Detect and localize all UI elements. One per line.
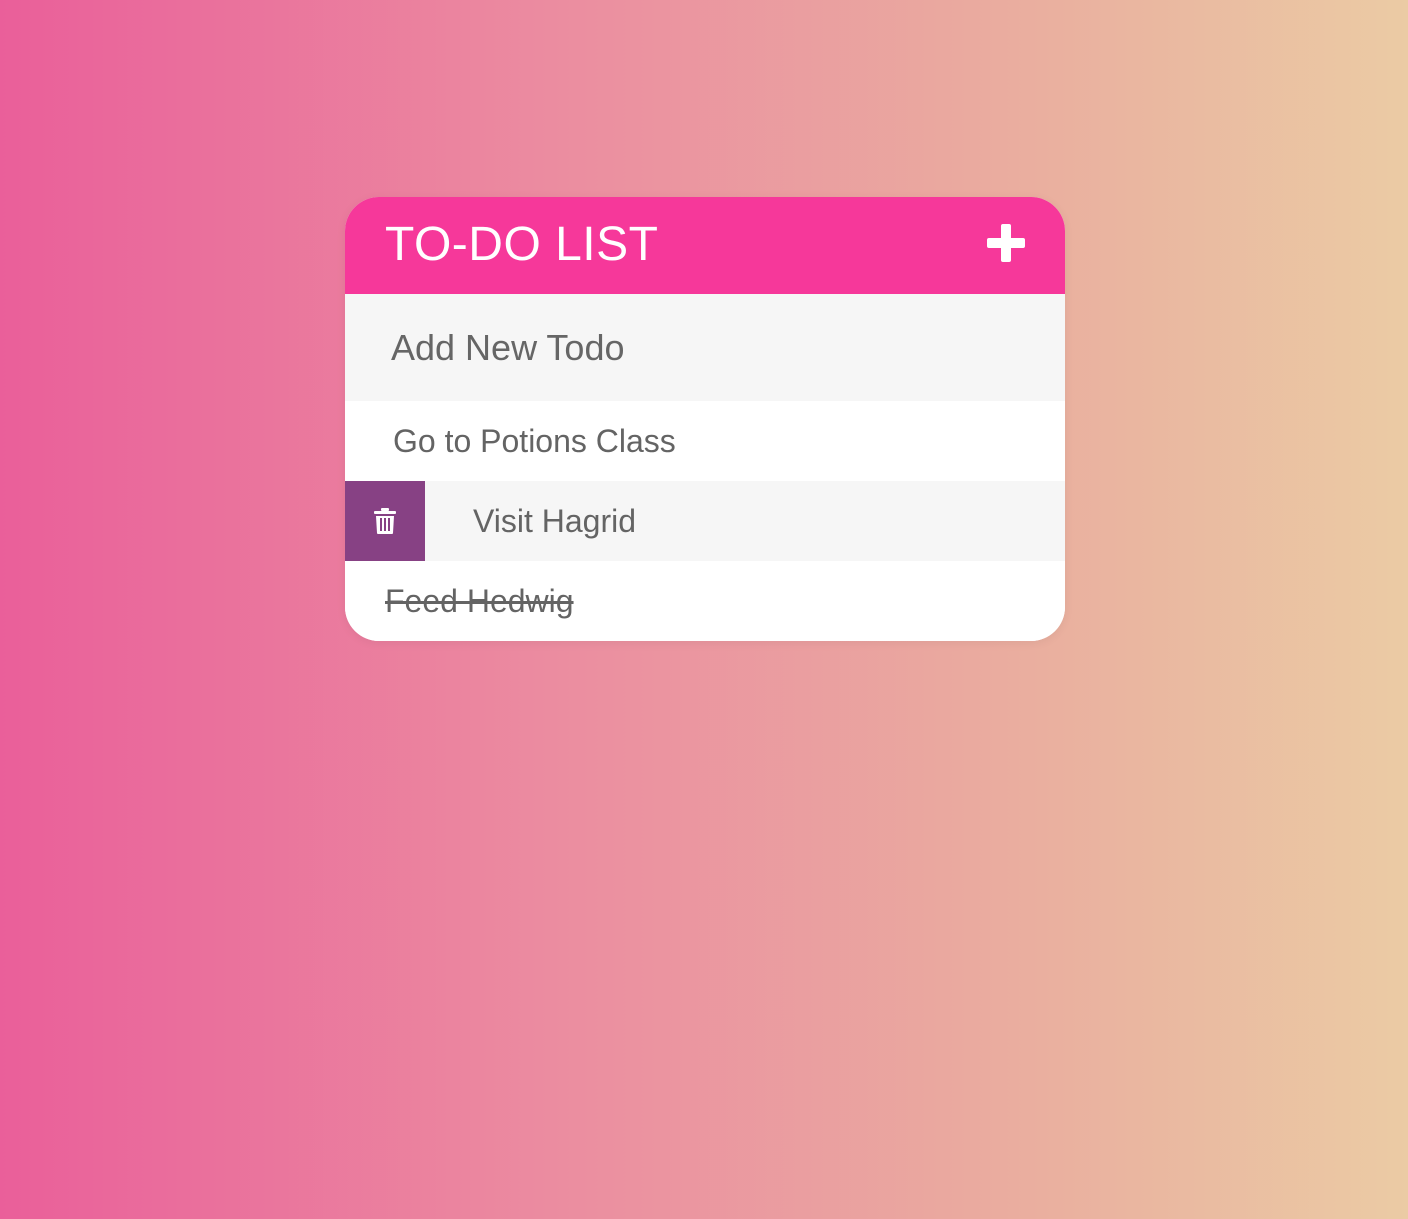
todo-item[interactable]: Feed Hedwig <box>345 561 1065 641</box>
plus-icon <box>987 224 1025 262</box>
todo-item[interactable]: Go to Potions Class <box>345 401 1065 481</box>
todo-item-text-completed: Feed Hedwig <box>385 583 574 619</box>
todo-card: TO-DO LIST Go to Potions Class Visit Hag… <box>345 197 1065 641</box>
new-todo-input[interactable] <box>345 294 1065 401</box>
todo-item[interactable]: Visit Hagrid <box>345 481 1065 561</box>
delete-todo-button[interactable] <box>345 481 425 561</box>
app-title: TO-DO LIST <box>385 218 659 271</box>
new-todo-field-wrapper <box>345 294 1065 401</box>
todo-item-text: Visit Hagrid <box>473 503 637 539</box>
trash-icon <box>374 508 396 534</box>
card-header: TO-DO LIST <box>345 197 1065 294</box>
toggle-input-button[interactable] <box>987 224 1025 262</box>
todo-item-text: Go to Potions Class <box>393 423 676 459</box>
